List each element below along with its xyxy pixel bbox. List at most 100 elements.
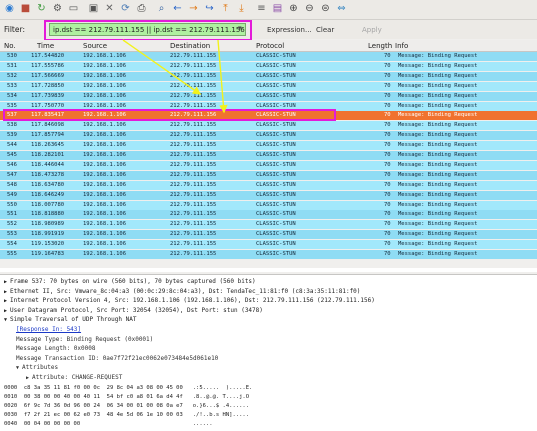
cell-info: Message: Binding Request	[398, 181, 478, 188]
zoom-out-icon[interactable]: ⊖	[303, 2, 316, 15]
table-row[interactable]: 551 118.818880 192.168.1.106 212.79.111.155…	[0, 210, 537, 220]
collapse-arrow-icon[interactable]: ▼	[16, 365, 19, 371]
zoom-in-icon[interactable]: ⊕	[287, 2, 300, 15]
detail-line[interactable]: Message Transaction ID: 0ae7f72f21ec0062…	[16, 355, 218, 362]
table-row[interactable]: 546 118.446044 192.168.1.106 212.79.111.155…	[0, 160, 537, 170]
cell-time: 118.634780	[31, 181, 65, 188]
expand-arrow-icon[interactable]: ▶	[4, 289, 7, 295]
table-row[interactable]: 538 117.846098 192.168.1.106 212.79.111.155…	[0, 121, 537, 131]
table-row[interactable]: 555 119.164783 192.168.1.106 212.79.111.155…	[0, 250, 537, 259]
open-file-icon[interactable]: ▭	[67, 2, 80, 15]
last-icon[interactable]: ⤓	[235, 2, 248, 15]
cell-len: 70	[384, 211, 391, 218]
detail-line[interactable]: ▶ Frame 537: 70 bytes on wire (560 bits),…	[4, 278, 256, 285]
column-header-destination[interactable]: Destination	[170, 42, 210, 50]
detail-line[interactable]: Message Type: Binding Request (0x0001)	[16, 336, 153, 343]
apply-button[interactable]: Apply	[362, 26, 382, 34]
go-to-icon[interactable]: ↪	[203, 2, 216, 15]
autoscroll-icon[interactable]: ≡	[255, 2, 268, 15]
reload-icon[interactable]: ⟳	[119, 2, 132, 15]
cell-info: Message: Binding Request	[398, 72, 478, 79]
column-header-length[interactable]: Length	[368, 42, 392, 50]
table-row[interactable]: 532 117.566669 192.168.1.106 212.79.111.155…	[0, 71, 537, 81]
cell-no: 545	[7, 152, 17, 158]
detail-line[interactable]: ▶ Attribute: CHANGE-REQUEST	[26, 374, 122, 381]
expression-button[interactable]: Expression...	[267, 26, 312, 34]
cell-proto: CLASSIC-STUN	[256, 53, 296, 59]
cell-proto: CLASSIC-STUN	[256, 171, 296, 178]
resize-columns-icon[interactable]: ⇔	[335, 2, 348, 15]
cell-len: 70	[384, 161, 391, 168]
cell-no: 547	[7, 171, 17, 178]
table-row[interactable]: 553 118.991919 192.168.1.106 212.79.111.155…	[0, 230, 537, 240]
table-row[interactable]: 547 118.473278 192.168.1.106 212.79.111.155…	[0, 170, 537, 180]
cell-no: 539	[7, 132, 17, 139]
detail-text: Frame 537: 70 bytes on wire (560 bits), …	[10, 278, 256, 285]
cell-proto: CLASSIC-STUN	[256, 62, 296, 69]
table-row[interactable]: 548 118.634780 192.168.1.106 212.79.111.155…	[0, 180, 537, 190]
detail-line[interactable]: ▼ Simple Traversal of UDP Through NAT	[4, 316, 136, 323]
table-row[interactable]: 554 119.153020 192.168.1.106 212.79.111.155…	[0, 240, 537, 250]
table-row[interactable]: 544 118.263645 192.168.1.106 212.79.111.155…	[0, 141, 537, 151]
table-row[interactable]: 550 118.007780 192.168.1.106 212.79.111.155…	[0, 200, 537, 210]
cell-no: 535	[7, 102, 17, 109]
detail-line[interactable]: [Response In: 543]	[16, 326, 81, 333]
close-file-icon[interactable]: ✕	[103, 2, 116, 15]
column-header-time[interactable]: Time	[37, 42, 54, 50]
print-icon[interactable]: ⎙	[135, 2, 148, 15]
detail-line[interactable]: ▼ Attributes	[16, 364, 58, 371]
back-icon[interactable]: ←	[171, 2, 184, 15]
cell-dst: 212.79.111.155	[170, 72, 217, 79]
detail-text: Ethernet II, Src: Vmware_8c:04:a3 (00:0c…	[10, 287, 361, 295]
detail-line[interactable]: Message Length: 0x0008	[16, 345, 95, 352]
capture-options-icon[interactable]: ⚙	[51, 2, 64, 15]
first-icon[interactable]: ⤒	[219, 2, 232, 15]
cell-time: 119.164783	[31, 251, 65, 257]
clear-button[interactable]: Clear	[316, 26, 334, 34]
save-file-icon[interactable]: ▣	[87, 2, 100, 15]
detail-line[interactable]: ▶ Ethernet II, Src: Vmware_8c:04:a3 (00:0…	[4, 288, 360, 295]
cell-proto: CLASSIC-STUN	[256, 122, 296, 129]
table-row[interactable]: 549 118.646249 192.168.1.106 212.79.111.155…	[0, 190, 537, 200]
find-icon[interactable]: ⌕	[155, 2, 168, 15]
normal-size-icon[interactable]: ⊜	[319, 2, 332, 15]
column-header-source[interactable]: Source	[83, 42, 107, 50]
column-header-info[interactable]: Info	[395, 42, 408, 50]
restart-capture-icon[interactable]: ↻	[35, 2, 48, 15]
cell-dst: 212.79.111.155	[170, 62, 217, 69]
colorize-icon[interactable]: ▤	[271, 2, 284, 15]
expand-arrow-icon[interactable]: ▶	[4, 279, 7, 285]
cell-no: 532	[7, 72, 17, 79]
table-row[interactable]: 533 117.728850 192.168.1.106 212.79.111.155…	[0, 81, 537, 91]
table-row[interactable]: 534 117.739839 192.168.1.106 212.79.111.155…	[0, 91, 537, 101]
cell-src: 192.168.1.106	[83, 122, 127, 129]
column-header-protocol[interactable]: Protocol	[256, 42, 284, 50]
cell-len: 70	[384, 191, 391, 198]
stop-capture-icon[interactable]: ■	[19, 2, 32, 15]
table-row[interactable]: 552 118.980989 192.168.1.106 212.79.111.155…	[0, 220, 537, 230]
cell-proto: CLASSIC-STUN	[256, 152, 296, 158]
forward-icon[interactable]: →	[187, 2, 200, 15]
expand-arrow-icon[interactable]: ▶	[4, 298, 7, 304]
expand-arrow-icon[interactable]: ▶	[4, 308, 7, 314]
cell-time: 119.153020	[31, 241, 65, 248]
cell-info: Message: Binding Request	[398, 132, 478, 139]
cell-src: 192.168.1.106	[83, 53, 127, 59]
collapse-arrow-icon[interactable]: ▼	[4, 317, 7, 323]
hex-dump-line: 0010 00 38 00 00 40 00 40 11 54 bf c0 a8…	[4, 394, 250, 400]
table-row[interactable]: 545 118.282101 192.168.1.106 212.79.111.155…	[0, 151, 537, 160]
cell-proto: CLASSIC-STUN	[256, 181, 296, 188]
cell-dst: 212.79.111.155	[170, 181, 217, 188]
expand-arrow-icon[interactable]: ▶	[26, 375, 29, 381]
table-row[interactable]: 539 117.857794 192.168.1.106 212.79.111.155…	[0, 131, 537, 141]
hex-dump-line: 0030 f7 2f 21 ec 00 62 e0 73 48 4e 5d 06…	[4, 412, 250, 418]
table-row[interactable]: 530 117.544820 192.168.1.106 212.79.111.155…	[0, 52, 537, 61]
detail-line[interactable]: ▶ Internet Protocol Version 4, Src: 192.1…	[4, 297, 375, 304]
detail-line[interactable]: ▶ User Datagram Protocol, Src Port: 32054…	[4, 307, 263, 314]
start-capture-icon[interactable]: ◉	[3, 2, 16, 15]
packet-list-header: No. Time Source Destination Protocol Len…	[0, 40, 537, 52]
column-header-no[interactable]: No.	[4, 42, 16, 50]
detail-text: Internet Protocol Version 4, Src: 192.16…	[10, 297, 375, 305]
cell-dst: 212.79.111.155	[170, 122, 217, 129]
table-row[interactable]: 531 117.555786 192.168.1.106 212.79.111.155…	[0, 61, 537, 71]
